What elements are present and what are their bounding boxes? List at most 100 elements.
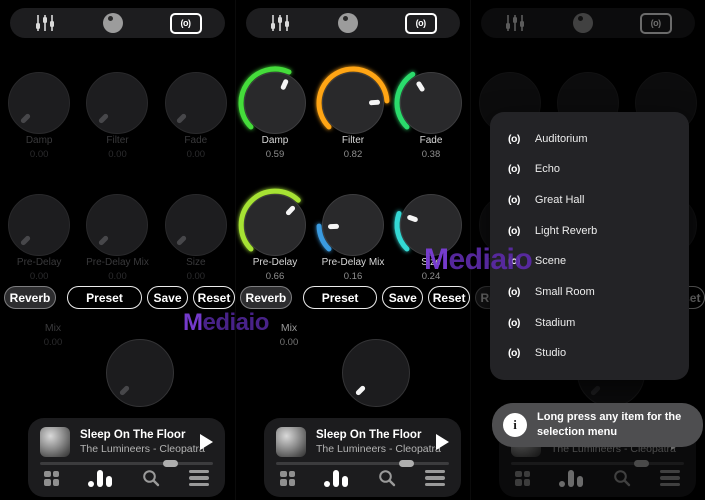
- mix-knob[interactable]: [342, 339, 410, 407]
- knob-value: 0.00: [108, 149, 127, 160]
- reverb-button[interactable]: Reverb: [4, 286, 56, 309]
- knob-body: [322, 72, 384, 134]
- save-button[interactable]: Save: [382, 286, 424, 309]
- knob-tab-icon[interactable]: [337, 13, 358, 33]
- now-playing-card[interactable]: Sleep On The Floor The Lumineers - Cleop…: [28, 418, 225, 497]
- effect-tab-bar: (o): [246, 8, 460, 38]
- hint-tooltip: i Long press any item for the selection …: [492, 403, 703, 447]
- knob-filter[interactable]: Filter 0.82: [314, 64, 392, 160]
- reverb-room-icon: (o): [508, 163, 520, 176]
- knob-body: [244, 194, 306, 256]
- screen-preset-menu: (o) Damp 0.00 Filter 0.00 Fade 0.00: [470, 0, 705, 500]
- knob-body: [322, 194, 384, 256]
- menu-item-light-reverb[interactable]: (o) Light Reverb: [490, 216, 689, 245]
- menu-item-echo[interactable]: (o) Echo: [490, 155, 689, 184]
- preset-selection-menu: (o) Auditorium (o) Echo (o) Great Hall (…: [490, 112, 689, 380]
- knob-indicator-dot: [19, 113, 31, 125]
- knob-damp[interactable]: Damp 0.00: [0, 64, 78, 160]
- reverb-tab-icon[interactable]: (o): [404, 12, 437, 34]
- mix-label: Mix: [280, 322, 298, 334]
- knob-fade[interactable]: Fade 0.00: [157, 64, 235, 160]
- equalizer-bars-icon[interactable]: [324, 469, 349, 487]
- knob-indicator-dot: [354, 385, 366, 397]
- grid-icon[interactable]: [280, 470, 295, 486]
- knob-pre-delay-mix[interactable]: Pre-Delay Mix 0.16: [314, 186, 392, 282]
- knob-tab-icon[interactable]: [102, 13, 123, 33]
- knob-indicator-dot: [369, 99, 381, 106]
- album-art[interactable]: [276, 427, 306, 457]
- grid-icon[interactable]: [44, 470, 59, 486]
- knob-value: 0.16: [343, 271, 363, 282]
- reverb-room-icon: (o): [508, 132, 520, 145]
- preset-button[interactable]: Preset: [67, 286, 142, 309]
- track-title: Sleep On The Floor: [80, 429, 186, 441]
- knob-body: [400, 72, 462, 134]
- knob-indicator-dot: [176, 113, 188, 125]
- knob-fade[interactable]: Fade 0.38: [392, 64, 470, 160]
- knob-body: [400, 194, 462, 256]
- knob-pre-delay[interactable]: Pre-Delay 0.00: [0, 186, 78, 282]
- knob-pre-delay-mix[interactable]: Pre-Delay Mix 0.00: [78, 186, 156, 282]
- knob-value: 0.82: [343, 149, 363, 160]
- knob-value: 0.00: [29, 271, 49, 282]
- knob-value: 0.00: [186, 271, 206, 282]
- track-artist: The Lumineers - Cleopatra: [80, 443, 205, 455]
- screen-reverb-initial: (o) Damp 0.00 Filter 0.00 Fade 0.00 Pre-…: [0, 0, 235, 500]
- list-menu-icon[interactable]: [424, 469, 445, 487]
- menu-item-great-hall[interactable]: (o) Great Hall: [490, 185, 689, 214]
- reverb-tab-icon[interactable]: (o): [169, 12, 202, 34]
- knob-value: 0.00: [108, 271, 127, 282]
- menu-item-scene[interactable]: (o) Scene: [490, 247, 689, 276]
- knob-value: 0.00: [186, 149, 206, 160]
- knob-value: 0.00: [29, 149, 49, 160]
- menu-item-stadium[interactable]: (o) Stadium: [490, 308, 689, 337]
- knob-indicator-dot: [97, 113, 110, 125]
- knob-indicator-dot: [280, 78, 290, 91]
- knob-damp[interactable]: Damp 0.59: [236, 64, 314, 160]
- play-button[interactable]: [436, 434, 449, 450]
- equalizer-bars-icon[interactable]: [88, 469, 113, 487]
- knob-body: [164, 194, 227, 256]
- save-button[interactable]: Save: [147, 286, 188, 309]
- progress-bar[interactable]: [40, 460, 213, 467]
- mix-value: 0.00: [279, 337, 299, 348]
- knob-value: 0.59: [265, 149, 285, 160]
- app-screenshots-strip: (o) Damp 0.00 Filter 0.00 Fade 0.00 Pre-…: [0, 0, 705, 500]
- search-icon[interactable]: [142, 469, 160, 487]
- reset-button[interactable]: Reset: [193, 286, 235, 309]
- search-icon[interactable]: [378, 469, 396, 487]
- equalizer-tab-icon[interactable]: [269, 14, 291, 32]
- mix-value: 0.00: [43, 337, 63, 348]
- mix-knob[interactable]: [106, 339, 174, 407]
- knob-size[interactable]: Size 0.24: [392, 186, 470, 282]
- knob-filter[interactable]: Filter 0.00: [78, 64, 156, 160]
- knob-indicator-dot: [19, 235, 31, 247]
- now-playing-card[interactable]: Sleep On The Floor The Lumineers - Cleop…: [264, 418, 461, 497]
- knob-body: [8, 194, 71, 256]
- effect-tab-bar: (o): [10, 8, 225, 38]
- knob-indicator-dot: [284, 204, 296, 217]
- reverb-button[interactable]: Reverb: [240, 286, 292, 309]
- list-menu-icon[interactable]: [188, 469, 209, 487]
- progress-bar[interactable]: [276, 460, 449, 467]
- equalizer-tab-icon[interactable]: [34, 14, 56, 32]
- knob-body: [342, 339, 410, 407]
- mix-label: Mix: [44, 322, 62, 334]
- menu-item-auditorium[interactable]: (o) Auditorium: [490, 124, 689, 153]
- knob-body: [244, 72, 306, 134]
- knob-indicator-dot: [406, 214, 419, 224]
- play-button[interactable]: [200, 434, 213, 450]
- menu-item-studio[interactable]: (o) Studio: [490, 339, 689, 368]
- mix-readout: Mix 0.00: [264, 322, 314, 348]
- reset-button[interactable]: Reset: [428, 286, 470, 309]
- knob-body: [8, 72, 71, 134]
- menu-item-small-room[interactable]: (o) Small Room: [490, 278, 689, 307]
- reverb-room-icon: (o): [508, 255, 520, 268]
- knob-indicator-dot: [176, 235, 188, 247]
- preset-button[interactable]: Preset: [302, 286, 378, 309]
- album-art[interactable]: [40, 427, 70, 457]
- bottom-nav: [44, 466, 209, 490]
- knob-size[interactable]: Size 0.00: [157, 186, 235, 282]
- knob-pre-delay[interactable]: Pre-Delay 0.66: [236, 186, 314, 282]
- reverb-room-icon: (o): [508, 224, 520, 237]
